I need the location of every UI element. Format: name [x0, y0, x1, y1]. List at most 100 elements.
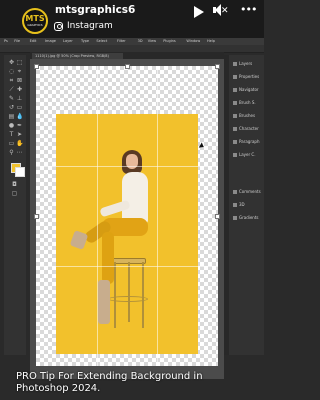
menu-item-ps[interactable]: Ps	[4, 39, 8, 43]
select-tool-icon[interactable]: ⌖	[16, 68, 23, 75]
avatar-logo-text: MTS	[25, 14, 45, 23]
crop-handle[interactable]	[34, 214, 39, 219]
menu-item-type[interactable]: Type	[81, 39, 89, 43]
menu-item-edit[interactable]: Edit	[30, 39, 37, 43]
history-brush-icon[interactable]: ↺	[8, 104, 15, 111]
edit-toolbar-icon[interactable]: ⋯	[16, 149, 23, 156]
woman-blouse	[122, 172, 148, 224]
story-header: MTS GRAPHICS mtsgraphics6 Instagram ✕ ••…	[0, 0, 264, 38]
move-tool-icon[interactable]: ✥	[8, 59, 15, 66]
source-row: Instagram	[54, 19, 113, 33]
menu-item-3d[interactable]: 3D	[138, 39, 143, 43]
panel-icon	[233, 61, 237, 66]
dodge-tool-icon[interactable]: ●	[8, 122, 15, 129]
eyedropper-tool-icon[interactable]: ⟋	[8, 86, 15, 93]
avatar-logo-subtext: GRAPHICS	[27, 23, 43, 27]
gradient-tool-icon[interactable]: ▤	[8, 113, 15, 120]
panel-label: Paragraph	[239, 139, 260, 144]
marquee-tool-icon[interactable]: ⬚	[16, 59, 23, 66]
instagram-icon	[54, 21, 63, 31]
panel-icon	[233, 87, 237, 92]
menu-item-select[interactable]: Select	[96, 39, 107, 43]
story-caption: PRO Tip For Extending Background in Phot…	[16, 371, 203, 394]
brush-tool-icon[interactable]: ✎	[8, 95, 15, 102]
frame-tool-icon[interactable]: ⊠	[16, 77, 23, 84]
panel-item-properties[interactable]: Properties	[233, 74, 259, 79]
panel-item-layer-c-[interactable]: Layer C.	[233, 152, 256, 157]
crop-grid-line	[36, 166, 218, 167]
photoshop-right-panels: Layers Properties Navigator Brush S. Brushes…	[229, 55, 264, 355]
panel-item-navigator[interactable]: Navigator	[233, 87, 259, 92]
crop-handle[interactable]	[215, 64, 220, 69]
pen-tool-icon[interactable]: ✒	[16, 122, 23, 129]
panel-item-paragraph[interactable]: Paragraph	[233, 139, 260, 144]
panel-item-comments[interactable]: Comments	[233, 189, 261, 194]
panel-item-brush-s-[interactable]: Brush S.	[233, 100, 256, 105]
menu-item-image[interactable]: Image	[45, 39, 56, 43]
stool-leg	[128, 262, 130, 322]
zoom-tool-icon[interactable]: ⚲	[8, 149, 15, 156]
account-avatar[interactable]: MTS GRAPHICS	[22, 8, 48, 34]
menu-item-window[interactable]: Window	[186, 39, 200, 43]
lasso-tool-icon[interactable]: ◌	[8, 68, 15, 75]
crop-grid-line	[36, 266, 218, 267]
crop-handle[interactable]	[215, 214, 220, 219]
panel-label: Brush S.	[239, 100, 256, 105]
photoshop-toolbar: ✥ ⬚ ◌ ⌖ ⌗ ⊠ ⟋ ✚ ✎ ⊥ ↺ ▭ ▤ 💧 ● ✒ T ➤ ▭ ✋ …	[4, 55, 26, 355]
woman-boot	[98, 280, 110, 324]
eraser-tool-icon[interactable]: ▭	[16, 104, 23, 111]
panel-item-layers[interactable]: Layers	[233, 61, 252, 66]
account-username[interactable]: mtsgraphics6	[55, 4, 135, 16]
stamp-tool-icon[interactable]: ⊥	[16, 95, 23, 102]
panel-icon	[233, 100, 237, 105]
background-color-swatch[interactable]	[15, 167, 25, 177]
panel-icon	[233, 202, 237, 207]
panel-icon	[233, 215, 237, 220]
panel-label: Character	[239, 126, 259, 131]
panel-item-3d[interactable]: 3D	[233, 202, 245, 207]
panel-item-character[interactable]: Character	[233, 126, 259, 131]
healing-tool-icon[interactable]: ✚	[16, 86, 23, 93]
more-icon[interactable]: •••	[240, 3, 257, 21]
panel-label: 3D	[239, 202, 245, 207]
crop-grid-line	[157, 66, 158, 366]
hand-tool-icon[interactable]: ✋	[16, 140, 23, 147]
panel-item-brushes[interactable]: Brushes	[233, 113, 255, 118]
crop-handle[interactable]	[34, 64, 39, 69]
panel-icon	[233, 113, 237, 118]
stool-leg	[142, 262, 144, 328]
menu-item-plugins[interactable]: Plugins	[163, 39, 176, 43]
panel-icon	[233, 74, 237, 79]
panel-label: Layer C.	[239, 152, 256, 157]
menu-item-layer[interactable]: Layer	[63, 39, 73, 43]
play-icon[interactable]	[194, 6, 204, 18]
menu-item-view[interactable]: View	[148, 39, 156, 43]
crop-tool-icon[interactable]: ⌗	[8, 77, 15, 84]
panel-label: Gradients	[239, 215, 259, 220]
type-tool-icon[interactable]: T	[8, 131, 15, 138]
photoshop-menubar: Ps File Edit Image Layer Type Select Filter 3D Vi…	[0, 38, 264, 45]
quick-mask-icon[interactable]: ◘	[11, 181, 18, 188]
woman-leg	[102, 232, 114, 284]
shape-tool-icon[interactable]: ▭	[8, 140, 15, 147]
stool-footrest	[108, 296, 148, 302]
path-select-icon[interactable]: ➤	[16, 131, 23, 138]
blur-tool-icon[interactable]: 💧	[16, 113, 23, 120]
menu-item-help[interactable]: Help	[207, 39, 215, 43]
crop-grid-line	[97, 66, 98, 366]
source-label: Instagram	[67, 21, 113, 31]
panel-item-gradients[interactable]: Gradients	[233, 215, 259, 220]
mute-icon[interactable]: ✕	[213, 4, 229, 22]
panel-icon	[233, 139, 237, 144]
photo-yellow-background[interactable]	[56, 114, 198, 354]
screen-mode-icon[interactable]: ▢	[11, 190, 18, 197]
menu-item-filter[interactable]: Filter	[117, 39, 126, 43]
panel-label: Layers	[239, 61, 253, 66]
panel-icon	[233, 152, 237, 157]
panel-label: Properties	[239, 74, 260, 79]
stool-leg	[114, 262, 116, 328]
woman-boot	[69, 230, 89, 250]
menu-item-file[interactable]: File	[14, 39, 20, 43]
panel-label: Navigator	[239, 87, 259, 92]
crop-handle[interactable]	[125, 64, 130, 69]
